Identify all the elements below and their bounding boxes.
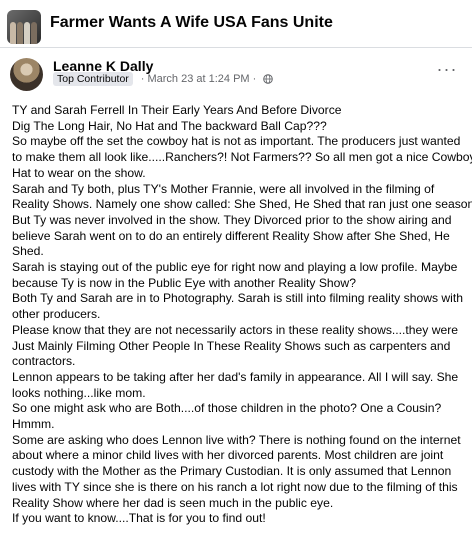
meta-separator-2: · — [252, 73, 257, 85]
post-text-line: So maybe off the set the cowboy hat is n… — [12, 134, 461, 149]
post-text-line: custody with the Mother as the Primary C… — [12, 464, 452, 479]
post-text-line: Hmmm. — [12, 417, 55, 432]
post-text-line: about where a minor child lives with her… — [12, 448, 444, 463]
post-timestamp[interactable]: March 23 at 1:24 PM — [147, 73, 249, 85]
post-text-line: looks nothing...like mom. — [12, 385, 146, 400]
post-text-line: Please know that they are not necessaril… — [12, 322, 459, 337]
more-options-icon[interactable]: ··· — [436, 58, 458, 80]
post-text-line: Both Ty and Sarah are in to Photography.… — [12, 291, 464, 306]
post-text-line: because Ty is now in the Public Eye with… — [12, 275, 356, 290]
group-header: Farmer Wants A Wife USA Fans Unite — [0, 0, 472, 48]
post-text-line: believe Sarah went on to do an entirely … — [12, 228, 450, 243]
meta-separator: · — [140, 73, 145, 85]
group-title[interactable]: Farmer Wants A Wife USA Fans Unite — [50, 14, 333, 32]
post-text-line: lives with TY since she is there on his … — [12, 479, 458, 494]
post-text-line: But Ty was never involved in the show. T… — [12, 212, 452, 227]
post-text-line: contractors. — [12, 354, 76, 369]
post-text-line: Some are asking who does Lennon live wit… — [12, 432, 461, 447]
top-contributor-badge[interactable]: Top Contributor — [53, 72, 133, 86]
post-text-line: TY and Sarah Ferrell In Their Early Year… — [12, 103, 342, 117]
author-avatar[interactable] — [10, 58, 43, 91]
globe-icon[interactable] — [263, 74, 274, 84]
post-text-line: to make them all look like.....Ranchers?… — [12, 150, 472, 165]
post-text-line: Sarah and Ty both, plus TY's Mother Fran… — [12, 181, 435, 196]
post-text-line: other producers. — [12, 307, 101, 322]
post-text-line: Hat to wear on the show. — [12, 165, 146, 180]
group-photo-icon[interactable] — [7, 10, 41, 44]
post-meta: Top Contributor · March 23 at 1:24 PM · — [53, 72, 274, 86]
post-text-line: Reality Shows. Namely one show called: S… — [12, 197, 472, 212]
post-text-line: If you want to know....That is for you t… — [12, 511, 266, 526]
post-text-line: Shed. — [12, 244, 44, 259]
post-text-line: Lennon appears to be taking after her da… — [12, 369, 459, 384]
post-text-line: So one might ask who are Both....of thos… — [12, 401, 442, 416]
post-text-line: Reality Show where her dad is seen much … — [12, 495, 334, 510]
post-text-line: Dig The Long Hair, No Hat and The backwa… — [12, 118, 327, 133]
post-body: TY and Sarah Ferrell In Their Early Year… — [12, 103, 472, 527]
post-text-line: Just Mainly Filming Other People In Thes… — [12, 338, 451, 353]
post-text-line: Sarah is staying out of the public eye f… — [12, 260, 458, 275]
